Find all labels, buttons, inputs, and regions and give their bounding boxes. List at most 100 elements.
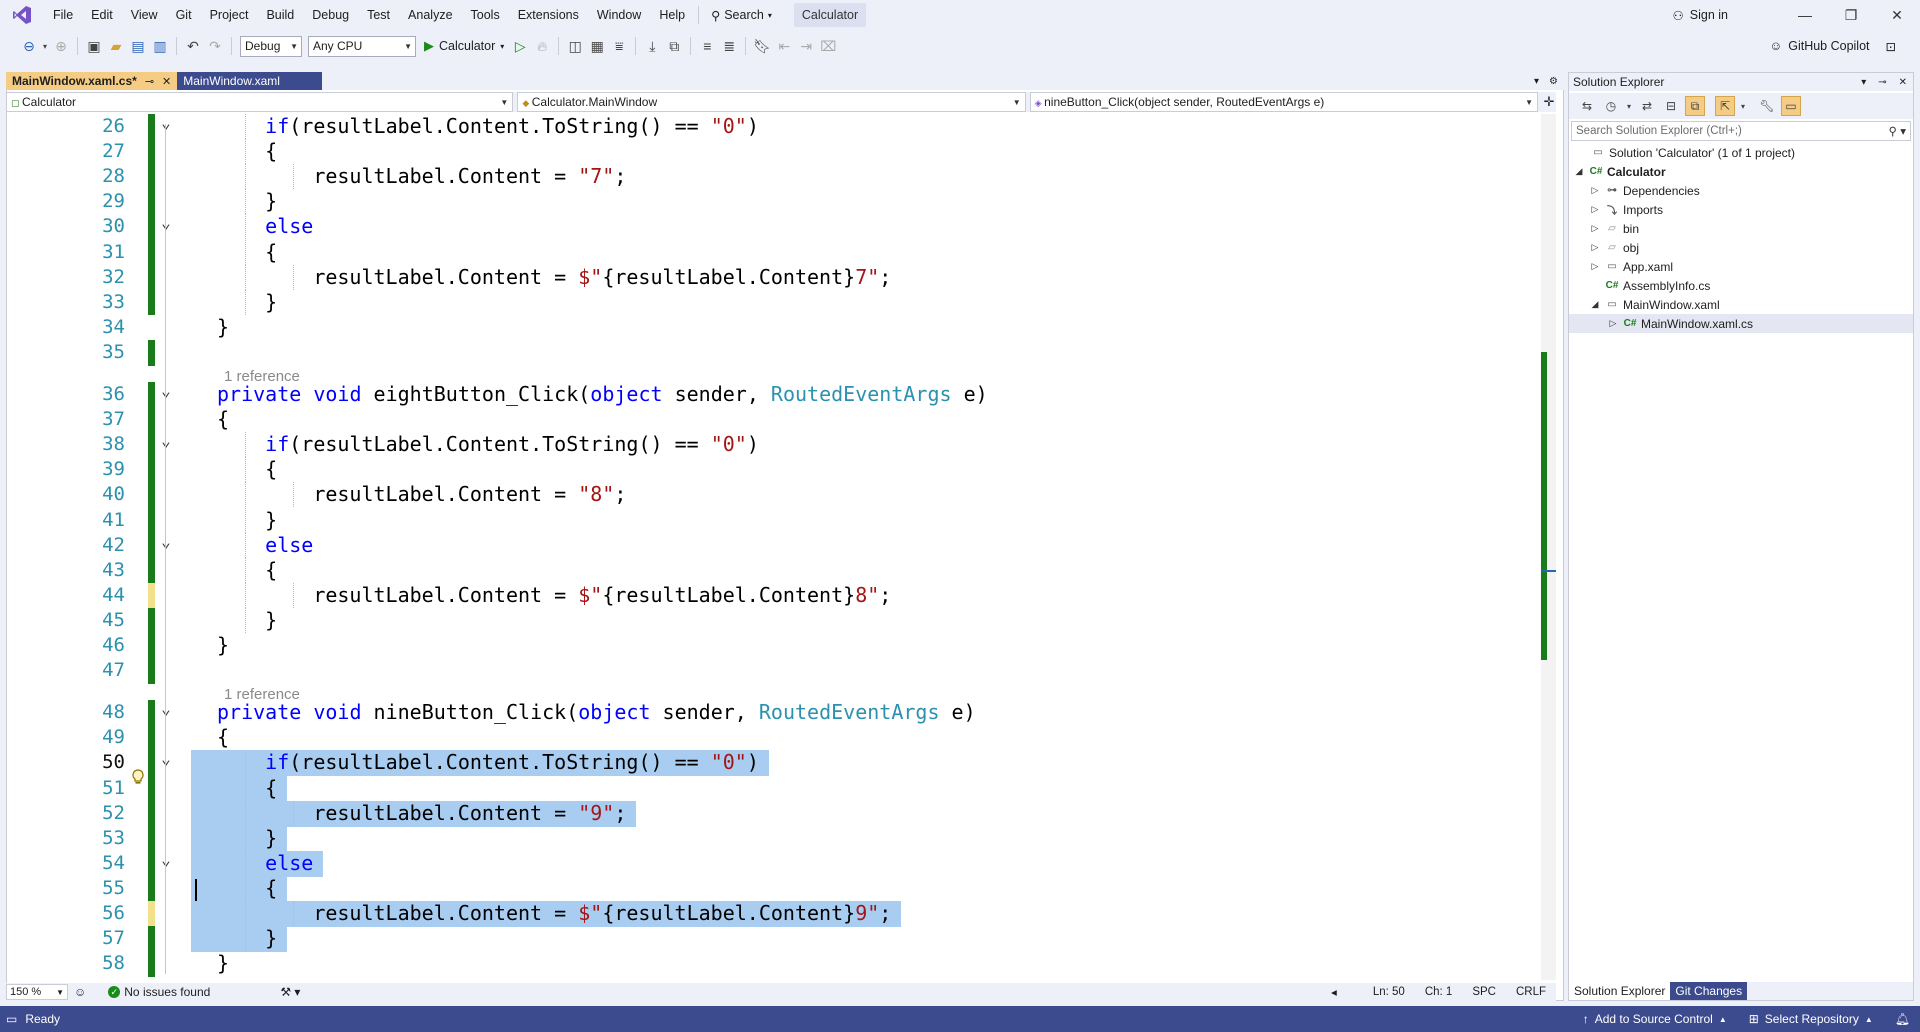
expand-toggle-icon[interactable]: ▷ bbox=[1589, 261, 1601, 272]
select-repository-button[interactable]: ⊞ Select Repository ▲ bbox=[1749, 1012, 1873, 1026]
type-dropdown[interactable]: ◆ Calculator.MainWindow ▼ bbox=[517, 92, 1026, 112]
sign-in-button[interactable]: ⚇ Sign in bbox=[1673, 8, 1728, 23]
uncomment-icon[interactable]: ≣ bbox=[718, 35, 740, 57]
previous-bookmark-icon[interactable]: ⇤ bbox=[773, 35, 795, 57]
tree-item[interactable]: ▷ C# MainWindow.xaml.cs bbox=[1569, 314, 1913, 333]
char-indicator[interactable]: Ch: 1 bbox=[1425, 986, 1453, 998]
menu-edit[interactable]: Edit bbox=[82, 0, 122, 30]
output-icon[interactable]: ▭ bbox=[6, 1012, 17, 1026]
pin-icon[interactable]: ⊸ bbox=[145, 75, 154, 88]
zoom-select[interactable]: 150 % ▼ bbox=[6, 984, 68, 1000]
menu-build[interactable]: Build bbox=[257, 0, 303, 30]
expand-toggle-icon[interactable]: ▷ bbox=[1589, 185, 1601, 196]
show-all-files-icon[interactable]: ⧉ bbox=[1685, 96, 1705, 116]
menu-view[interactable]: View bbox=[122, 0, 167, 30]
browse-icon[interactable]: ◫ bbox=[564, 35, 586, 57]
tab-git-changes[interactable]: Git Changes bbox=[1670, 982, 1748, 1000]
expand-toggle-icon[interactable]: ◢ bbox=[1573, 166, 1585, 177]
clear-bookmarks-icon[interactable]: ⌧ bbox=[817, 35, 839, 57]
close-icon[interactable]: ✕ bbox=[162, 75, 171, 88]
chevron-down-icon[interactable]: ▾ bbox=[1625, 96, 1633, 116]
scroll-left-icon[interactable]: ◂ bbox=[1331, 985, 1337, 999]
next-bookmark-icon[interactable]: ⇥ bbox=[795, 35, 817, 57]
notifications-icon[interactable]: 🔔︎ bbox=[1895, 1012, 1910, 1026]
step-into-icon[interactable]: ⤓ bbox=[641, 35, 663, 57]
collapse-all-icon[interactable]: ⊟ bbox=[1661, 96, 1681, 116]
hot-reload-icon[interactable]: 🔥︎ bbox=[531, 35, 553, 57]
sync-icon[interactable]: ⇆ bbox=[1577, 96, 1597, 116]
code-cleanup-icon[interactable]: ⚒ ▾ bbox=[280, 983, 300, 1001]
fold-toggle-icon[interactable]: ⌄ bbox=[159, 432, 173, 457]
whitespace-indicator[interactable]: SPC bbox=[1472, 986, 1496, 998]
menu-file[interactable]: File bbox=[44, 0, 82, 30]
lightbulb-icon[interactable] bbox=[131, 766, 145, 784]
expand-toggle-icon[interactable]: ▷ bbox=[1589, 204, 1601, 215]
format-document-icon[interactable]: ⧉ bbox=[663, 35, 685, 57]
menu-analyze[interactable]: Analyze bbox=[399, 0, 461, 30]
window-position-icon[interactable]: ▾ bbox=[1861, 77, 1866, 88]
view-toggle-icon[interactable]: ⇱ bbox=[1715, 96, 1735, 116]
search-button[interactable]: ⚲ Search ▾ bbox=[703, 3, 780, 27]
fold-toggle-icon[interactable]: ⌄ bbox=[159, 214, 173, 239]
tab-mainwindow-xaml-cs[interactable]: MainWindow.xaml.cs* ⊸ ✕ bbox=[6, 72, 178, 90]
tab-mainwindow-xaml[interactable]: MainWindow.xaml bbox=[177, 72, 323, 90]
member-dropdown[interactable]: ◈ nineButton_Click(object sender, Routed… bbox=[1029, 92, 1539, 112]
menu-extensions[interactable]: Extensions bbox=[509, 0, 588, 30]
pending-changes-icon[interactable]: ⇄ bbox=[1637, 96, 1657, 116]
tree-item[interactable]: ◢ C# Calculator bbox=[1569, 162, 1913, 181]
split-editor-icon[interactable]: ✛ bbox=[1542, 92, 1556, 112]
preview-icon[interactable]: ▭ bbox=[1781, 96, 1801, 116]
filter-icon[interactable]: ⩸ bbox=[608, 35, 630, 57]
tab-dropdown-icon[interactable]: ▾ bbox=[1534, 76, 1539, 87]
history-icon[interactable]: ◷ bbox=[1601, 96, 1621, 116]
start-debugging-button[interactable]: ▶ Calculator ▾ bbox=[419, 38, 509, 54]
tree-item[interactable]: ▷ ▱ bin bbox=[1569, 219, 1913, 238]
github-copilot-button[interactable]: ☺ GitHub Copilot ⊡ bbox=[1769, 30, 1896, 62]
properties-icon[interactable]: 🔧︎ bbox=[1757, 96, 1777, 116]
line-ending-indicator[interactable]: CRLF bbox=[1516, 986, 1546, 998]
tree-item[interactable]: C# AssemblyInfo.cs bbox=[1569, 276, 1913, 295]
expand-toggle-icon[interactable]: ◢ bbox=[1589, 299, 1601, 310]
pin-icon[interactable]: ⊸ bbox=[1878, 77, 1886, 88]
fold-toggle-icon[interactable]: ⌄ bbox=[159, 382, 173, 407]
bookmark-icon[interactable]: 🔖︎ bbox=[751, 35, 773, 57]
close-icon[interactable]: ✕ bbox=[1899, 77, 1907, 88]
line-number-indicator[interactable]: Ln: 50 bbox=[1373, 986, 1405, 998]
tree-item[interactable]: ▷ ▱ obj bbox=[1569, 238, 1913, 257]
add-to-source-control-button[interactable]: ↑ Add to Source Control ▲ bbox=[1583, 1012, 1727, 1026]
save-icon[interactable]: ▤ bbox=[127, 35, 149, 57]
fold-toggle-icon[interactable]: ⌄ bbox=[159, 532, 173, 558]
menu-help[interactable]: Help bbox=[650, 0, 694, 30]
menu-debug[interactable]: Debug bbox=[303, 0, 358, 30]
expand-toggle-icon[interactable]: ▷ bbox=[1589, 223, 1601, 234]
comment-icon[interactable]: ≡ bbox=[696, 35, 718, 57]
chevron-down-icon[interactable]: ▾ bbox=[40, 35, 50, 57]
fold-toggle-icon[interactable]: ⌄ bbox=[159, 750, 173, 775]
tree-item[interactable]: ▷ ⤵ Imports bbox=[1569, 200, 1913, 219]
navigate-forward-icon[interactable]: ⊕ bbox=[50, 35, 72, 57]
expand-toggle-icon[interactable]: ▷ bbox=[1607, 318, 1619, 329]
settings-icon[interactable]: ⚙ bbox=[1549, 76, 1558, 87]
fold-toggle-icon[interactable]: ⌄ bbox=[159, 114, 173, 139]
tree-item[interactable]: ▷ ▭ App.xaml bbox=[1569, 257, 1913, 276]
tab-solution-explorer[interactable]: Solution Explorer bbox=[1569, 982, 1671, 1000]
code-editor[interactable]: 26 ⌄ if(resultLabel.Content.ToString() == … bbox=[7, 114, 1541, 980]
redo-icon[interactable]: ↷ bbox=[204, 35, 226, 57]
close-button[interactable]: ✕ bbox=[1874, 0, 1920, 30]
menu-tools[interactable]: Tools bbox=[462, 0, 509, 30]
expand-toggle-icon[interactable]: ▷ bbox=[1589, 242, 1601, 253]
tree-item[interactable]: ▭ Solution 'Calculator' (1 of 1 project) bbox=[1569, 143, 1913, 162]
start-without-debugging-icon[interactable]: ▷ bbox=[509, 35, 531, 57]
new-project-icon[interactable]: ▣ bbox=[83, 35, 105, 57]
restore-button[interactable]: ❐ bbox=[1828, 0, 1874, 30]
fold-toggle-icon[interactable]: ⌄ bbox=[159, 850, 173, 876]
save-all-icon[interactable]: ▥ bbox=[149, 35, 171, 57]
tree-item[interactable]: ▷ ⊶ Dependencies bbox=[1569, 181, 1913, 200]
solution-platform-select[interactable]: Any CPU ▼ bbox=[308, 35, 416, 57]
project-dropdown[interactable]: ▢ Calculator ▼ bbox=[6, 92, 514, 112]
navigate-back-icon[interactable]: ⊖ bbox=[18, 35, 40, 57]
tree-item[interactable]: ◢ ▭ MainWindow.xaml bbox=[1569, 295, 1913, 314]
menu-git[interactable]: Git bbox=[167, 0, 201, 30]
copilot-status-icon[interactable]: ☺ bbox=[74, 983, 86, 1001]
solution-explorer-search-input[interactable]: Search Solution Explorer (Ctrl+;) ⚲ ▾ bbox=[1571, 121, 1911, 141]
